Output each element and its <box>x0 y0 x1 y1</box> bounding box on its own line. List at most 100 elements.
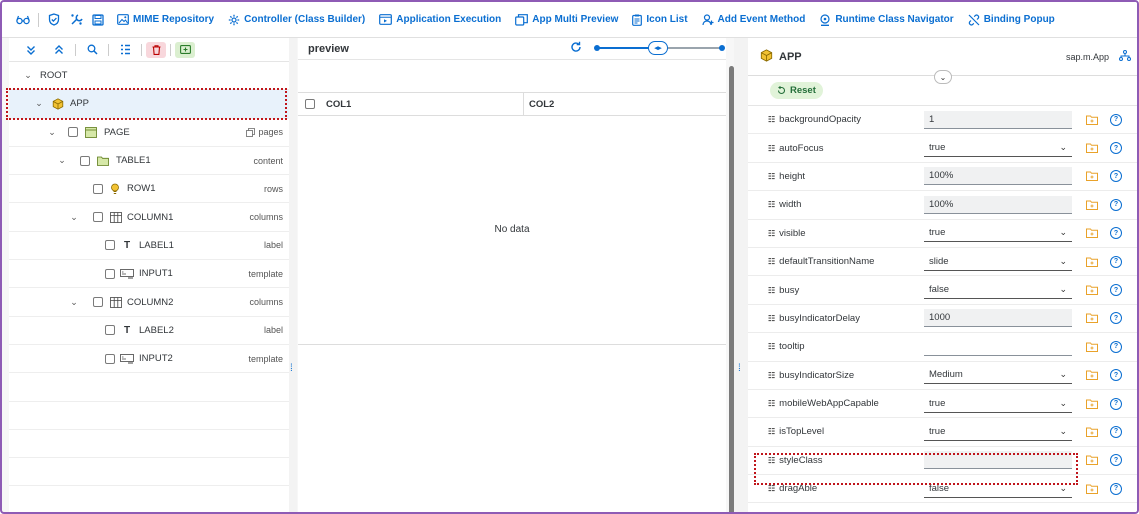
tree-list-icon[interactable] <box>113 40 137 60</box>
help-icon[interactable]: ? <box>1110 454 1122 467</box>
tree-row-page[interactable]: ⌄ PAGE pages <box>9 119 289 147</box>
property-value-select[interactable]: true ⌄ <box>924 422 1072 441</box>
splitter-grip-icon[interactable]: ⁞ <box>738 363 744 377</box>
splitter-grip-icon[interactable]: ⁞ <box>290 363 296 377</box>
help-icon[interactable]: ? <box>1110 482 1122 495</box>
folder-icon[interactable] <box>1086 257 1098 267</box>
chevron-down-icon[interactable]: ⌄ <box>23 70 33 81</box>
help-icon[interactable]: ? <box>1110 198 1122 211</box>
help-icon[interactable]: ? <box>1110 397 1122 410</box>
app-multi-preview-button[interactable]: App Multi Preview <box>515 13 618 26</box>
select-all-checkbox[interactable] <box>305 99 315 109</box>
controller-class-builder-button[interactable]: Controller (Class Builder) <box>228 14 365 26</box>
help-icon[interactable]: ? <box>1110 142 1122 155</box>
help-icon[interactable]: ? <box>1110 255 1122 268</box>
property-value-input[interactable]: 100% <box>924 195 1072 214</box>
help-icon[interactable]: ? <box>1110 113 1122 126</box>
input-field-icon <box>120 268 134 280</box>
tree-row-column1[interactable]: ⌄ COLUMN1 columns <box>9 203 289 232</box>
tree-checkbox[interactable] <box>105 325 115 336</box>
help-icon[interactable]: ? <box>1110 340 1122 353</box>
tree-checkbox[interactable] <box>105 268 115 279</box>
property-value-input[interactable] <box>924 451 1072 470</box>
folder-icon[interactable] <box>1086 313 1098 324</box>
property-value-select[interactable]: false ⌄ <box>924 479 1072 498</box>
help-icon[interactable]: ? <box>1110 312 1122 325</box>
folder-icon[interactable] <box>1086 143 1098 154</box>
chevron-down-icon[interactable]: ⌄ <box>69 212 79 222</box>
tree-row-column2[interactable]: ⌄ COLUMN2 columns <box>9 288 289 317</box>
application-execution-button[interactable]: Application Execution <box>379 14 501 25</box>
folder-icon[interactable] <box>1086 484 1098 494</box>
delete-button[interactable] <box>146 41 166 58</box>
tree-row-input2[interactable]: INPUT2 template <box>9 345 289 374</box>
tree-row-label1[interactable]: T LABEL1 label <box>9 232 289 261</box>
right-splitter[interactable]: ⁞ <box>734 38 748 512</box>
tree-checkbox[interactable] <box>105 240 115 251</box>
tree-checkbox[interactable] <box>80 155 90 166</box>
save-icon[interactable] <box>87 9 109 31</box>
folder-icon[interactable] <box>1086 455 1098 466</box>
property-value-select[interactable]: true ⌄ <box>924 139 1072 158</box>
property-value-select[interactable]: slide ⌄ <box>924 252 1072 271</box>
chevron-down-icon[interactable]: ⌄ <box>34 98 44 109</box>
property-value-select[interactable]: false ⌄ <box>924 281 1072 300</box>
column-header-col1[interactable]: COL1 <box>326 99 351 110</box>
zoom-slider-handle[interactable]: ◂▸ <box>648 41 668 55</box>
icon-list-button[interactable]: Icon List <box>632 14 688 26</box>
tree-checkbox[interactable] <box>93 212 103 223</box>
help-icon[interactable]: ? <box>1110 425 1122 438</box>
property-value-input[interactable] <box>924 337 1072 356</box>
chevron-down-icon[interactable]: ⌄ <box>57 155 67 166</box>
folder-icon[interactable] <box>1086 228 1098 239</box>
folder-icon[interactable] <box>1086 342 1098 352</box>
property-value-select[interactable]: Medium ⌄ <box>924 366 1072 385</box>
folder-icon[interactable] <box>1086 115 1098 125</box>
tree-row-table1[interactable]: ⌄ TABLE1 content <box>9 147 289 176</box>
tree-row-root[interactable]: ⌄ ROOT <box>9 62 289 91</box>
reset-button[interactable]: Reset <box>770 82 823 99</box>
search-icon[interactable] <box>80 40 104 60</box>
expand-all-icon[interactable] <box>19 40 43 60</box>
help-icon[interactable]: ? <box>1110 227 1122 240</box>
property-value-select[interactable]: true ⌄ <box>924 394 1072 413</box>
column-header-col2[interactable]: COL2 <box>523 93 554 115</box>
help-icon[interactable]: ? <box>1110 170 1122 183</box>
tree-checkbox[interactable] <box>105 353 115 364</box>
shield-check-icon[interactable] <box>43 9 65 31</box>
tree-checkbox[interactable] <box>93 297 103 308</box>
property-value-input[interactable]: 100% <box>924 167 1072 186</box>
folder-icon[interactable] <box>1086 200 1098 210</box>
add-control-button[interactable] <box>175 41 195 58</box>
property-value-select[interactable]: true ⌄ <box>924 224 1072 243</box>
tree-checkbox[interactable] <box>93 183 103 194</box>
chevron-down-icon[interactable]: ⌄ <box>934 70 952 84</box>
folder-icon[interactable] <box>1086 171 1098 182</box>
tree-checkbox[interactable] <box>68 127 78 138</box>
collapse-all-icon[interactable] <box>47 40 71 60</box>
glasses-icon[interactable] <box>12 9 34 31</box>
folder-icon[interactable] <box>1086 285 1098 296</box>
refresh-icon[interactable] <box>570 41 582 56</box>
add-event-method-button[interactable]: Add Event Method <box>701 13 805 26</box>
folder-icon[interactable] <box>1086 427 1098 437</box>
chevron-down-icon[interactable]: ⌄ <box>47 127 57 137</box>
folder-icon[interactable] <box>1086 399 1098 409</box>
tree-row-label2[interactable]: T LABEL2 label <box>9 317 289 345</box>
mime-repository-button[interactable]: MIME Repository <box>117 14 214 25</box>
help-icon[interactable]: ? <box>1110 369 1122 382</box>
tree-row-input1[interactable]: INPUT1 template <box>9 260 289 289</box>
folder-icon[interactable] <box>1086 370 1098 381</box>
tree-row-app[interactable]: ⌄ APP <box>9 90 289 119</box>
property-value-input[interactable]: 1000 <box>924 309 1072 328</box>
binding-popup-button[interactable]: Binding Popup <box>968 14 1055 26</box>
wrench-icon[interactable] <box>65 9 87 31</box>
help-icon[interactable]: ? <box>1110 284 1122 297</box>
chevron-down-icon[interactable]: ⌄ <box>69 297 79 307</box>
runtime-class-navigator-button[interactable]: Runtime Class Navigator <box>819 13 954 26</box>
property-value-input[interactable]: 1 <box>924 110 1072 129</box>
tree-structure-icon[interactable] <box>1119 50 1131 65</box>
left-splitter[interactable]: ⁞ <box>289 38 297 512</box>
tree-row-row1[interactable]: ROW1 rows <box>9 175 289 204</box>
tree-toolbar-separator <box>170 43 171 56</box>
